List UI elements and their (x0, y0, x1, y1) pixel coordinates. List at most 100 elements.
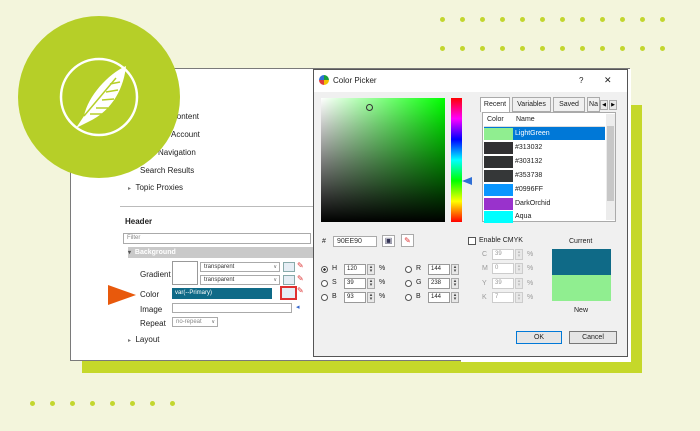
color-swatch (484, 211, 513, 223)
color-swatch (484, 198, 513, 210)
enable-cmyk-checkbox[interactable] (468, 237, 476, 245)
color-name: LightGreen (515, 130, 550, 137)
r-stepper[interactable]: ▴ ▾ (451, 264, 459, 275)
list-item[interactable]: DarkOrchid (484, 197, 605, 210)
c-input[interactable]: 39 (492, 249, 514, 260)
tab-named[interactable]: Na (587, 97, 600, 112)
image-field[interactable] (172, 303, 292, 313)
gradient-field-1[interactable]: transparent ∨ (200, 262, 280, 272)
blue-stepper[interactable]: ▴ ▾ (451, 292, 459, 303)
m-stepper[interactable]: ▴ ▾ (515, 263, 523, 274)
table-scrollbar-thumb[interactable] (607, 126, 614, 201)
table-header-name: Name (516, 116, 535, 123)
hue-slider-handle[interactable] (462, 177, 472, 186)
g-input[interactable]: 238 (428, 278, 450, 289)
s-input[interactable]: 39 (344, 278, 366, 289)
pin-icon[interactable]: ✎ (297, 286, 308, 297)
gradient-picker-button-1[interactable] (283, 262, 295, 272)
color-swatch (484, 142, 513, 154)
r-input[interactable]: 144 (428, 264, 450, 275)
h-label: H (332, 265, 338, 272)
ok-button[interactable]: OK (516, 331, 562, 344)
table-scrollbar[interactable] (606, 114, 615, 220)
gradient-picker-button-2[interactable] (283, 275, 295, 285)
browse-icon[interactable]: ◂ (296, 303, 306, 313)
h-stepper[interactable]: ▴ ▾ (367, 264, 375, 275)
feather-icon (59, 57, 139, 137)
hue-slider[interactable] (451, 98, 462, 222)
help-button[interactable]: ? (579, 76, 583, 85)
radio-hue[interactable] (321, 266, 328, 273)
expand-arrow-icon[interactable]: ▸ (128, 186, 131, 192)
g-stepper[interactable]: ▴ ▾ (451, 278, 459, 289)
filter-input[interactable]: Filter (123, 233, 311, 244)
c-stepper[interactable]: ▴ ▾ (515, 249, 523, 260)
list-item[interactable]: LightGreen (484, 127, 605, 140)
color-swatch (484, 184, 513, 196)
h-input[interactable]: 120 (344, 264, 366, 275)
tab-scroll-left-button[interactable]: ◀ (600, 100, 608, 110)
list-item[interactable]: #353738 (484, 169, 605, 182)
m-input[interactable]: 0 (492, 263, 514, 274)
current-color-swatch (552, 249, 611, 275)
k-input[interactable]: 7 (492, 292, 514, 303)
blue-input[interactable]: 144 (428, 292, 450, 303)
color-field[interactable]: var(--Primary) (172, 288, 272, 299)
tab-saved[interactable]: Saved (553, 97, 585, 112)
color-name: #0996FF (515, 186, 544, 193)
list-item[interactable]: Aqua (484, 210, 605, 223)
layout-label: Layout (135, 335, 160, 344)
tree-item-topic-proxies[interactable]: ▸ Topic Proxies (128, 183, 183, 192)
color-name: DarkOrchid (515, 200, 551, 207)
color-picker-button[interactable] (280, 286, 297, 300)
tab-recent[interactable]: Recent (480, 97, 510, 112)
pointer-arrow-icon (108, 285, 136, 305)
gradient-field-2-value: transparent (204, 277, 235, 283)
color-field-cursor[interactable] (366, 104, 373, 111)
s-stepper[interactable]: ▴ ▾ (367, 278, 375, 289)
tab-scroll-right-button[interactable]: ▶ (609, 100, 617, 110)
feather-logo (18, 16, 180, 178)
b-label: B (332, 293, 337, 300)
close-button[interactable]: ✕ (604, 75, 612, 86)
pin-icon[interactable]: ✎ (297, 261, 308, 272)
tab-variables[interactable]: Variables (512, 97, 551, 112)
expand-arrow-icon[interactable]: ▸ (128, 338, 131, 344)
list-item[interactable]: #313032 (484, 141, 605, 154)
background-group-label: Background (134, 249, 176, 256)
tree-item-layout[interactable]: ▸ Layout (128, 335, 160, 344)
list-item[interactable]: #0996FF (484, 183, 605, 196)
hash-label: # (322, 238, 326, 245)
pin-icon[interactable]: ✎ (297, 274, 308, 285)
g-label: G (416, 279, 422, 286)
radio-saturation[interactable] (321, 280, 328, 287)
collapse-arrow-icon[interactable]: ▾ (128, 250, 131, 256)
radio-brightness[interactable] (321, 294, 328, 301)
gradient-preview-swatch[interactable] (172, 261, 198, 285)
gradient-label: Gradient (140, 270, 171, 279)
new-color-swatch (552, 275, 611, 301)
background-group-row[interactable]: ▾ Background (128, 247, 313, 258)
radio-red[interactable] (405, 266, 412, 273)
new-label: New (574, 307, 589, 314)
saturation-brightness-field[interactable] (321, 98, 445, 222)
b-input[interactable]: 93 (344, 292, 366, 303)
save-color-icon[interactable]: ▣ (382, 235, 395, 247)
hex-input[interactable]: 90EE90 (333, 236, 377, 247)
k-stepper[interactable]: ▴ ▾ (515, 292, 523, 303)
b-stepper[interactable]: ▴ ▾ (367, 292, 375, 303)
y-stepper[interactable]: ▴ ▾ (515, 278, 523, 289)
c-percent: % (527, 251, 534, 258)
s-label: S (332, 279, 337, 286)
list-item[interactable]: #303132 (484, 155, 605, 168)
gradient-field-2[interactable]: transparent ∨ (200, 275, 280, 285)
cancel-button[interactable]: Cancel (569, 331, 617, 344)
repeat-select[interactable]: no-repeat ∨ (172, 317, 218, 327)
radio-green[interactable] (405, 280, 412, 287)
color-swatch (484, 128, 513, 140)
dropdown-arrow-icon: ∨ (211, 319, 215, 325)
radio-blue[interactable] (405, 294, 412, 301)
y-input[interactable]: 39 (492, 278, 514, 289)
eyedropper-icon[interactable]: ✎ (401, 234, 414, 247)
y-percent: % (527, 280, 534, 287)
